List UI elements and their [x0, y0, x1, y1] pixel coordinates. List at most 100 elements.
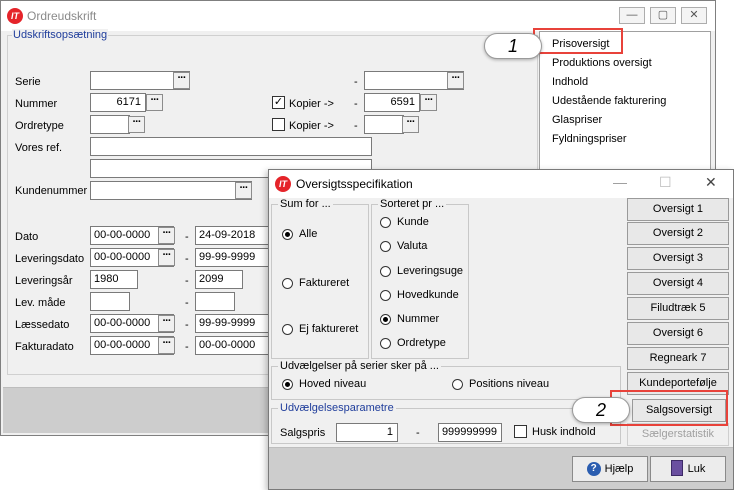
radio-ordretype[interactable] [380, 338, 391, 349]
app-logo-icon: IT [7, 8, 23, 24]
laessedato-to-input[interactable]: 99-99-9999 [195, 314, 275, 333]
laessedato-from-lookup-button[interactable]: ··· [158, 315, 175, 332]
range-dash: - [416, 427, 420, 439]
nummer-from-input[interactable]: 6171 [90, 93, 146, 112]
radio-valuta[interactable] [380, 241, 391, 252]
nummer-to-input[interactable]: 6591 [364, 93, 420, 112]
oversigt-2-button[interactable]: Oversigt 2 [627, 222, 729, 245]
radio-leveringsuge[interactable] [380, 266, 391, 277]
serie-to-lookup-button[interactable]: ··· [447, 72, 464, 89]
title-bar[interactable]: IT Ordreudskrift — ▢ ✕ [1, 1, 715, 31]
leveringsaar-from-input[interactable]: 1980 [90, 270, 138, 289]
radio-faktureret[interactable] [282, 278, 293, 289]
husk-indhold-checkbox[interactable] [514, 425, 527, 438]
fakturadato-from-lookup-button[interactable]: ··· [158, 337, 175, 354]
serie-from-lookup-button[interactable]: ··· [173, 72, 190, 89]
dialog-title: Oversigtsspecifikation [296, 177, 413, 191]
leveringsaar-to-input[interactable]: 2099 [195, 270, 243, 289]
kundenummer-input[interactable] [90, 181, 252, 200]
regneark-7-button[interactable]: Regneark 7 [627, 347, 729, 370]
close-button[interactable]: ✕ [681, 7, 707, 24]
ordretype-to-lookup-button[interactable]: ··· [402, 116, 419, 133]
ordretype-to-input[interactable] [364, 115, 404, 134]
label-nummer: Nummer [15, 98, 58, 110]
report-link-produktions-oversigt[interactable]: Produktions oversigt [552, 57, 652, 69]
sum-for-group: Sum for ... Alle Faktureret Ej fakturere… [271, 198, 369, 359]
dialog-title-bar[interactable]: IT Oversigtsspecifikation — ☐ ✕ [269, 170, 733, 198]
range-dash: - [354, 120, 358, 132]
radio-alle-label: Alle [299, 228, 318, 240]
label-lev-maade: Lev. måde [15, 297, 66, 309]
radio-kunde-label: Kunde [397, 216, 429, 228]
minimize-button[interactable]: — [619, 7, 645, 24]
report-link-fyldningspriser[interactable]: Fyldningspriser [552, 133, 627, 145]
leveringsdato-to-input[interactable]: 99-99-9999 [195, 248, 275, 267]
minimize-button[interactable]: — [613, 174, 627, 190]
close-button[interactable]: ✕ [705, 174, 717, 191]
help-label: Hjælp [604, 463, 634, 475]
label-serie: Serie [15, 76, 41, 88]
vores-ref-input-1[interactable] [90, 137, 372, 156]
report-link-udestaaende-fakturering[interactable]: Udestående fakturering [552, 95, 666, 107]
radio-ej-faktureret[interactable] [282, 324, 293, 335]
kopier-checkbox-1[interactable]: ✓ [272, 96, 285, 109]
dato-to-input[interactable]: 24-09-2018 [195, 226, 275, 245]
kopier-checkbox-2[interactable] [272, 118, 285, 131]
saelgerstatistik-button: Sælgerstatistik [627, 423, 729, 446]
range-dash: - [354, 98, 358, 110]
lev-maade-to-input[interactable] [195, 292, 235, 311]
sorteret-label: Sorteret pr ... [378, 198, 447, 210]
salgspris-label: Salgspris [280, 427, 326, 439]
callout-2: 2 [572, 397, 630, 423]
salgspris-to-input[interactable]: 999999999 [438, 423, 502, 442]
oversigt-1-button[interactable]: Oversigt 1 [627, 198, 729, 221]
group-label: Udskriftsopsætning [12, 29, 109, 41]
radio-ordretype-label: Ordretype [397, 337, 446, 349]
kundenummer-lookup-button[interactable]: ··· [235, 182, 252, 199]
radio-kunde[interactable] [380, 217, 391, 228]
oversigt-4-button[interactable]: Oversigt 4 [627, 272, 729, 295]
salgspris-from-input[interactable]: 1 [336, 423, 398, 442]
radio-hoved-niveau[interactable] [282, 379, 293, 390]
leveringsdato-from-lookup-button[interactable]: ··· [158, 249, 175, 266]
window-title: Ordreudskrift [27, 9, 97, 23]
filudtraek-5-button[interactable]: Filudtræk 5 [627, 297, 729, 320]
kopier-label-1: Kopier -> [289, 98, 334, 110]
oversigt-6-button[interactable]: Oversigt 6 [627, 322, 729, 345]
exit-door-icon [670, 460, 683, 477]
report-link-glaspriser[interactable]: Glaspriser [552, 114, 602, 126]
radio-faktureret-label: Faktureret [299, 277, 350, 289]
radio-leveringsuge-label: Leveringsuge [397, 265, 464, 277]
help-button[interactable]: ? Hjælp [572, 456, 648, 482]
label-ordretype: Ordretype [15, 120, 64, 132]
nummer-to-lookup-button[interactable]: ··· [420, 94, 437, 111]
oversigt-3-button[interactable]: Oversigt 3 [627, 247, 729, 270]
ordretype-from-lookup-button[interactable]: ··· [128, 116, 145, 133]
selection-level-label: Udvælgelser på serier sker på ... [278, 360, 441, 372]
radio-hovedkunde[interactable] [380, 290, 391, 301]
dato-from-lookup-button[interactable]: ··· [158, 227, 175, 244]
close-dialog-button[interactable]: Luk [650, 456, 726, 482]
label-leveringsdato: Leveringsdato [15, 253, 85, 265]
husk-indhold-label: Husk indhold [532, 426, 596, 438]
radio-positions-niveau[interactable] [452, 379, 463, 390]
overview-spec-dialog: IT Oversigtsspecifikation — ☐ ✕ Sum for … [268, 169, 734, 490]
radio-alle[interactable] [282, 229, 293, 240]
range-dash: - [185, 297, 189, 309]
report-link-indhold[interactable]: Indhold [552, 76, 588, 88]
fakturadato-to-input[interactable]: 00-00-0000 [195, 336, 275, 355]
label-fakturadato: Fakturadato [15, 341, 74, 353]
range-dash: - [185, 341, 189, 353]
radio-nummer-label: Nummer [397, 313, 440, 325]
radio-nummer[interactable] [380, 314, 391, 325]
range-dash: - [185, 275, 189, 287]
range-dash: - [354, 76, 358, 88]
maximize-button[interactable]: ▢ [650, 7, 676, 24]
maximize-button[interactable]: ☐ [659, 174, 672, 191]
radio-ej-faktureret-label: Ej faktureret [299, 323, 359, 335]
app-logo-icon: IT [275, 176, 291, 192]
lev-maade-from-input[interactable] [90, 292, 130, 311]
selection-params-label: Udvælgelsesparametre [278, 402, 396, 414]
nummer-from-lookup-button[interactable]: ··· [146, 94, 163, 111]
ordretype-from-input[interactable] [90, 115, 130, 134]
